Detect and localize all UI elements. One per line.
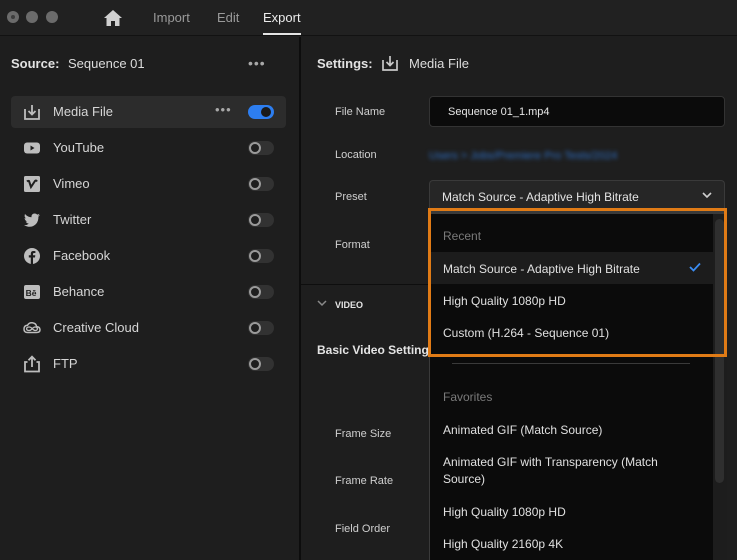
top-bar: Import Edit Export <box>0 0 737 36</box>
behance-icon: Bē <box>24 285 40 299</box>
vimeo-icon <box>24 176 40 192</box>
preset-option-label: High Quality 2160p 4K <box>443 537 564 551</box>
preset-select[interactable]: Match Source - Adaptive High Bitrate <box>429 180 725 212</box>
download-icon <box>24 105 40 120</box>
destination-ftp[interactable]: FTP <box>11 348 286 380</box>
upload-icon <box>24 355 40 373</box>
home-icon[interactable] <box>103 9 123 27</box>
preset-option-label: Animated GIF with Transparency (Match So… <box>443 455 658 486</box>
preset-option[interactable]: Match Source - Adaptive High Bitrate <box>430 252 713 284</box>
source-more-button[interactable]: ••• <box>248 55 266 71</box>
destinations-panel: Source: Sequence 01 ••• Media File ••• Y… <box>0 37 299 560</box>
destination-twitter[interactable]: Twitter <box>11 204 286 236</box>
preset-label: Preset <box>335 191 367 203</box>
video-section-header[interactable]: VIDEO <box>335 300 363 310</box>
preset-option[interactable]: Animated GIF (Match Source) <box>430 413 713 445</box>
destination-label: Vimeo <box>53 176 90 191</box>
dropdown-edge <box>430 211 727 214</box>
destination-label: YouTube <box>53 140 105 155</box>
destination-more-button[interactable]: ••• <box>215 102 232 117</box>
destination-label: FTP <box>53 356 78 371</box>
destination-toggle[interactable] <box>248 177 274 191</box>
frame-rate-label: Frame Rate <box>335 475 394 487</box>
file-name-input[interactable] <box>429 96 725 127</box>
preset-option[interactable]: High Quality 1080p HD <box>430 495 713 527</box>
dropdown-section-favorites: Favorites <box>443 390 493 404</box>
location-link[interactable]: Users > Jobs/Premiere Pro Tests/2024 <box>429 150 617 162</box>
preset-selected-value: Match Source - Adaptive High Bitrate <box>442 190 639 204</box>
download-icon <box>382 56 398 71</box>
window-minimize-button[interactable] <box>26 11 38 23</box>
window-close-button[interactable] <box>7 11 19 23</box>
chevron-down-icon[interactable] <box>317 299 327 307</box>
tab-edit[interactable]: Edit <box>217 10 239 25</box>
destination-behance[interactable]: Bē Behance <box>11 276 286 308</box>
window-maximize-button[interactable] <box>46 11 58 23</box>
destination-youtube[interactable]: YouTube <box>11 132 286 164</box>
destination-vimeo[interactable]: Vimeo <box>11 168 286 200</box>
destination-toggle[interactable] <box>248 357 274 371</box>
preset-option-label: Custom (H.264 - Sequence 01) <box>443 326 610 340</box>
file-name-label: File Name <box>335 106 386 118</box>
preset-option[interactable]: High Quality 2160p 4K <box>430 527 713 559</box>
destination-label: Behance <box>53 284 105 299</box>
settings-label: Settings: <box>317 56 373 71</box>
destination-label: Twitter <box>53 212 92 227</box>
destination-media-file[interactable]: Media File ••• <box>11 96 286 128</box>
dropdown-section-recent: Recent <box>443 229 482 243</box>
destination-toggle[interactable] <box>248 213 274 227</box>
preset-option-label: Match Source - Adaptive High Bitrate <box>443 262 640 276</box>
destination-creative-cloud[interactable]: Creative Cloud <box>11 312 286 344</box>
facebook-icon <box>24 248 40 264</box>
basic-video-settings-heading: Basic Video Settings <box>317 343 429 357</box>
format-label: Format <box>335 239 370 251</box>
destination-toggle[interactable] <box>248 141 274 155</box>
section-divider <box>301 284 429 285</box>
destination-label: Media File <box>53 104 113 119</box>
tab-import[interactable]: Import <box>153 10 190 25</box>
tab-export[interactable]: Export <box>263 10 301 25</box>
destination-label: Creative Cloud <box>53 320 139 335</box>
active-tab-indicator <box>263 33 301 35</box>
dropdown-scrollbar-thumb[interactable] <box>715 219 724 483</box>
location-label: Location <box>335 149 377 161</box>
preset-option-label: High Quality 1080p HD <box>443 505 566 519</box>
preset-dropdown-menu: Recent Match Source - Adaptive High Bitr… <box>429 211 727 560</box>
frame-size-label: Frame Size <box>335 428 392 440</box>
destination-toggle[interactable] <box>248 321 274 335</box>
svg-text:Bē: Bē <box>26 288 37 298</box>
dropdown-separator <box>452 363 690 364</box>
checkmark-icon <box>689 262 701 272</box>
settings-destination: Media File <box>409 56 469 71</box>
chevron-down-icon <box>702 192 712 199</box>
field-order-label: Field Order <box>335 523 391 535</box>
destination-toggle[interactable] <box>248 285 274 299</box>
twitter-icon <box>24 213 40 227</box>
preset-option[interactable]: Custom (H.264 - Sequence 01) <box>430 316 713 348</box>
preset-option[interactable]: Animated GIF with Transparency (Match So… <box>430 445 713 495</box>
creative-cloud-icon <box>23 322 41 334</box>
destination-toggle[interactable] <box>248 105 274 119</box>
destination-facebook[interactable]: Facebook <box>11 240 286 272</box>
youtube-icon <box>24 142 40 154</box>
source-label: Source: <box>11 56 60 71</box>
preset-option[interactable]: High Quality 1080p HD <box>430 284 713 316</box>
destination-toggle[interactable] <box>248 249 274 263</box>
preset-option-label: Animated GIF (Match Source) <box>443 423 603 437</box>
destination-label: Facebook <box>53 248 111 263</box>
preset-option-label: High Quality 1080p HD <box>443 294 566 308</box>
source-value: Sequence 01 <box>68 56 145 71</box>
